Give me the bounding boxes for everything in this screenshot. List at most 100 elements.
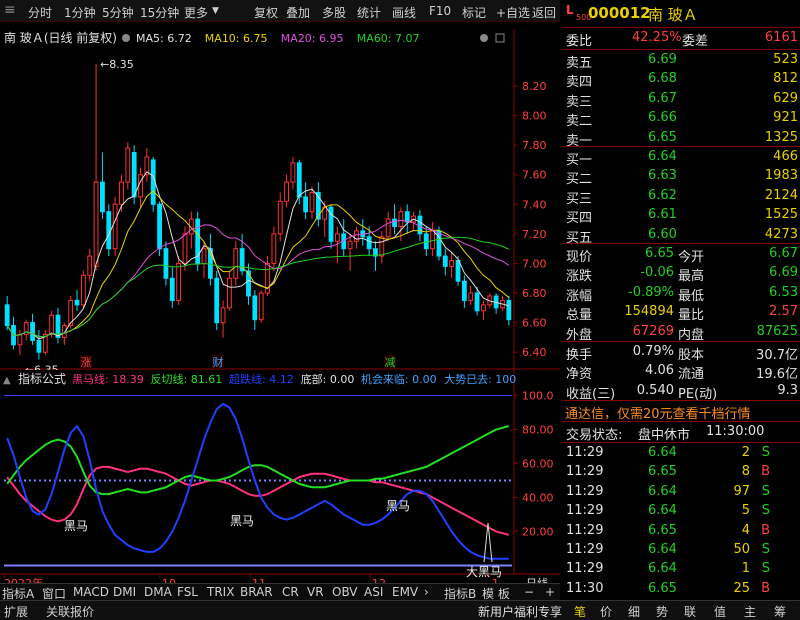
tab-dma[interactable]: DMA [144, 585, 172, 599]
tab-1min[interactable]: 1分钟 [64, 4, 96, 21]
promo-banner[interactable]: 通达信，仅需20元查看千档行情 [562, 401, 800, 422]
side-tab-main[interactable]: 主 [744, 603, 756, 620]
bid-row[interactable]: 买三 6.62 2124 [562, 186, 800, 207]
tick-price: 6.64 [648, 483, 677, 499]
candle-body [93, 181, 99, 267]
tab-dmi[interactable]: DMI [113, 585, 136, 599]
tab-vr[interactable]: VR [307, 585, 324, 599]
btn-draw[interactable]: 画线 [392, 4, 416, 21]
btn-back[interactable]: 返回 [532, 4, 556, 21]
main-chart[interactable]: 8.20 8.00 7.80 7.60 7.40 7.20 7.00 6.80 6.60 6.40… [0, 22, 560, 597]
candle-body [252, 295, 258, 321]
bid-volume: 1983 [764, 168, 798, 184]
menu-icon[interactable]: ≡ [4, 2, 16, 18]
side-tab-price[interactable]: 价 [600, 603, 612, 620]
bid-row[interactable]: 买二 6.63 1983 [562, 166, 800, 187]
side-tab-value[interactable]: 值 [714, 603, 726, 620]
zoom-in-icon[interactable]: + [545, 585, 555, 599]
price-tick-label: 7.20 [522, 228, 547, 241]
btn-mark[interactable]: 标记 [462, 4, 486, 21]
btn-linked-quote[interactable]: 关联报价 [46, 603, 94, 620]
candle-body [354, 230, 359, 242]
collapse-icon: ▲ [3, 375, 11, 386]
btn-stats[interactable]: 统计 [357, 4, 381, 21]
tab-more[interactable]: 更多 [184, 4, 208, 21]
quote-row: 涨跌 -0.06 最高 6.69 [562, 263, 800, 284]
quote-value: 6.65 [645, 246, 674, 261]
side-tab-trades[interactable]: 笔 [574, 603, 586, 620]
tab-fsl[interactable]: FSL [177, 585, 198, 599]
tab-obv[interactable]: OBV [332, 585, 358, 599]
tab-timeshare[interactable]: 分时 [28, 4, 52, 21]
tab-emv[interactable]: EMV [392, 585, 418, 599]
candle-body [169, 277, 175, 301]
btn-adjust[interactable]: 复权 [254, 4, 278, 21]
candle-body [233, 248, 239, 279]
zoom-out-icon[interactable]: − [524, 585, 534, 599]
ask-row[interactable]: 卖四 6.68 812 [562, 69, 800, 90]
btn-overlay[interactable]: 叠加 [286, 4, 310, 21]
stat-row: 净资 4.06 流通 19.6亿 [562, 361, 800, 382]
status-bar: 扩展 关联报价 新用户福利专享 笔 价 细 势 联 值 主 筹 [0, 600, 800, 620]
side-tab-trend[interactable]: 势 [656, 603, 668, 620]
bid-row[interactable]: 买一 6.64 466 [562, 147, 800, 168]
quote-label: 内盘 [678, 327, 705, 343]
bid-volume: 1525 [764, 207, 798, 223]
candle-body [284, 181, 289, 202]
price-tick-label: 7.40 [522, 198, 547, 211]
indicator-tab-bar: 指标A 窗口 MACD DMI DMA FSL TRIX BRAR CR VR … [0, 583, 560, 601]
price-tick-label: 8.20 [522, 80, 547, 93]
tab-5min[interactable]: 5分钟 [102, 4, 134, 21]
candle-body [436, 230, 442, 257]
indicator-legend: 超跌线: 4.12 [229, 372, 294, 386]
quote-value: 2.57 [769, 304, 798, 320]
candle-body [258, 292, 264, 321]
candle-body [481, 304, 486, 312]
btn-expand[interactable]: 扩展 [4, 603, 28, 620]
ask-row[interactable]: 卖二 6.66 921 [562, 108, 800, 129]
bid-row[interactable]: 买四 6.61 1525 [562, 205, 800, 226]
ask-row[interactable]: 卖五 6.69 523 [562, 50, 800, 71]
side-tab-linked[interactable]: 联 [684, 603, 696, 620]
indicator-annotation: 黑马 [64, 519, 88, 533]
side-tab-detail[interactable]: 细 [628, 603, 640, 620]
side-tab-chips[interactable]: 筹 [774, 603, 786, 620]
price-tick-label: 6.60 [522, 317, 547, 330]
btn-f10[interactable]: F10 [429, 4, 451, 18]
bid-volume: 2124 [764, 187, 798, 203]
tick-time: 11:30 [566, 580, 604, 596]
candle-body [227, 277, 232, 309]
tick-row: 11:29 6.64 1 S [562, 559, 800, 580]
btn-add-watch[interactable]: +自选 [496, 4, 530, 21]
quote-value: 67269 [632, 323, 674, 339]
tick-side: S [761, 445, 770, 460]
price-tick-label: 8.00 [522, 110, 547, 123]
tick-price: 6.65 [648, 580, 677, 596]
tab-15min[interactable]: 15分钟 [140, 4, 179, 21]
tick-row: 11:29 6.64 50 S [562, 540, 800, 561]
ask-row[interactable]: 卖三 6.67 629 [562, 89, 800, 110]
new-user-promo[interactable]: 新用户福利专享 [478, 603, 562, 620]
tick-side: S [761, 561, 770, 577]
candle-body [74, 299, 80, 306]
quote-row: 外盘 67269 内盘 87625 [562, 322, 800, 343]
tab-macd[interactable]: MACD [73, 585, 109, 599]
tick-time: 11:29 [566, 542, 604, 557]
stat-label: 净资 [566, 367, 593, 383]
scroll-right-icon[interactable]: › [424, 585, 429, 599]
tab-asi[interactable]: ASI [364, 585, 383, 599]
candle-body [468, 292, 474, 301]
indicator-tick-label: 60.00 [522, 458, 554, 471]
tab-brar[interactable]: BRAR [240, 585, 273, 599]
tab-cr[interactable]: CR [282, 585, 299, 599]
quote-label: 最低 [678, 288, 705, 304]
candle-body [506, 299, 512, 321]
ask-volume: 1325 [764, 129, 798, 145]
tick-row: 11:29 6.64 5 S [562, 501, 800, 522]
btn-multi[interactable]: 多股 [322, 4, 346, 21]
stat-row: 换手 0.79% 股本 30.7亿 [562, 342, 800, 363]
ask-price: 6.69 [648, 52, 677, 67]
candle-body [392, 218, 397, 227]
tab-trix[interactable]: TRIX [207, 585, 234, 599]
chevron-down-icon[interactable]: ▼ [212, 6, 219, 16]
